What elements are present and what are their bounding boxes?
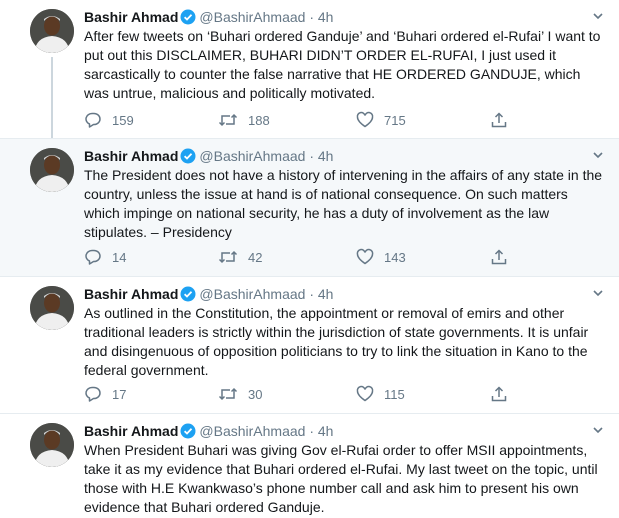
retweet-count: 42 (248, 249, 263, 265)
tweet-actions: 17 30 115 (84, 384, 514, 404)
timestamp[interactable]: 4h (318, 423, 334, 439)
share-button[interactable] (490, 384, 508, 404)
like-count: 115 (384, 386, 405, 402)
reply-count: 17 (112, 386, 127, 402)
separator-dot: · (309, 148, 314, 164)
tweet-actions: 159 188 715 (84, 110, 514, 130)
share-icon (490, 248, 508, 266)
retweet-icon (218, 385, 238, 403)
tweet-actions: 14 42 143 (84, 247, 514, 267)
tweet[interactable]: Bashir Ahmad @BashirAhmaad · 4h When Pres… (0, 414, 619, 518)
avatar[interactable] (30, 9, 74, 53)
display-name[interactable]: Bashir Ahmad (84, 423, 178, 439)
tweet-text: The President does not have a history of… (84, 167, 603, 240)
share-button[interactable] (490, 110, 508, 130)
retweet-button[interactable]: 30 (218, 384, 262, 404)
separator-dot: · (309, 9, 314, 25)
reply-button[interactable]: 17 (84, 384, 126, 404)
timestamp[interactable]: 4h (318, 148, 334, 164)
separator-dot: · (309, 286, 314, 302)
reply-button[interactable]: 159 (84, 110, 134, 130)
retweet-icon (218, 248, 238, 266)
tweet[interactable]: Bashir Ahmad @BashirAhmaad · 4h As outlin… (0, 277, 619, 414)
display-name[interactable]: Bashir Ahmad (84, 9, 178, 25)
timestamp[interactable]: 4h (318, 9, 334, 25)
like-button[interactable]: 115 (356, 384, 405, 404)
chevron-down-icon[interactable] (591, 9, 605, 28)
display-name[interactable]: Bashir Ahmad (84, 148, 178, 164)
tweet-text: After few tweets on ‘Buhari ordered Gand… (84, 28, 601, 101)
thread-connector-line (51, 57, 53, 138)
tweet-text: As outlined in the Constitution, the app… (84, 305, 589, 378)
like-count: 715 (384, 112, 406, 128)
retweet-count: 188 (248, 112, 270, 128)
share-icon (490, 385, 508, 403)
tweet[interactable]: Bashir Ahmad @BashirAhmaad · 4h After few… (0, 0, 619, 139)
reply-icon (84, 385, 102, 403)
avatar[interactable] (30, 148, 74, 192)
tweet[interactable]: Bashir Ahmad @BashirAhmaad · 4h The Presi… (0, 139, 619, 277)
like-count: 143 (384, 249, 406, 265)
avatar[interactable] (30, 286, 74, 330)
user-handle[interactable]: @BashirAhmaad (199, 148, 305, 164)
retweet-button[interactable]: 42 (218, 247, 262, 267)
retweet-icon (218, 111, 238, 129)
reply-button[interactable]: 14 (84, 247, 126, 267)
reply-icon (84, 248, 102, 266)
reply-count: 14 (112, 249, 127, 265)
reply-count: 159 (112, 112, 134, 128)
chevron-down-icon[interactable] (591, 286, 605, 305)
tweet-text: When President Buhari was giving Gov el-… (84, 442, 598, 515)
chevron-down-icon[interactable] (591, 423, 605, 442)
share-icon (490, 111, 508, 129)
like-button[interactable]: 143 (356, 247, 406, 267)
user-handle[interactable]: @BashirAhmaad (199, 9, 305, 25)
timeline: Bashir Ahmad @BashirAhmaad · 4h After few… (0, 0, 619, 518)
user-handle[interactable]: @BashirAhmaad (199, 423, 305, 439)
like-icon (356, 385, 374, 403)
reply-icon (84, 111, 102, 129)
like-icon (356, 111, 374, 129)
separator-dot: · (309, 423, 314, 439)
chevron-down-icon[interactable] (591, 148, 605, 167)
retweet-button[interactable]: 188 (218, 110, 270, 130)
user-handle[interactable]: @BashirAhmaad (199, 286, 305, 302)
like-button[interactable]: 715 (356, 110, 406, 130)
like-icon (356, 248, 374, 266)
share-button[interactable] (490, 247, 508, 267)
timestamp[interactable]: 4h (318, 286, 334, 302)
avatar[interactable] (30, 423, 74, 467)
retweet-count: 30 (248, 386, 263, 402)
display-name[interactable]: Bashir Ahmad (84, 286, 178, 302)
